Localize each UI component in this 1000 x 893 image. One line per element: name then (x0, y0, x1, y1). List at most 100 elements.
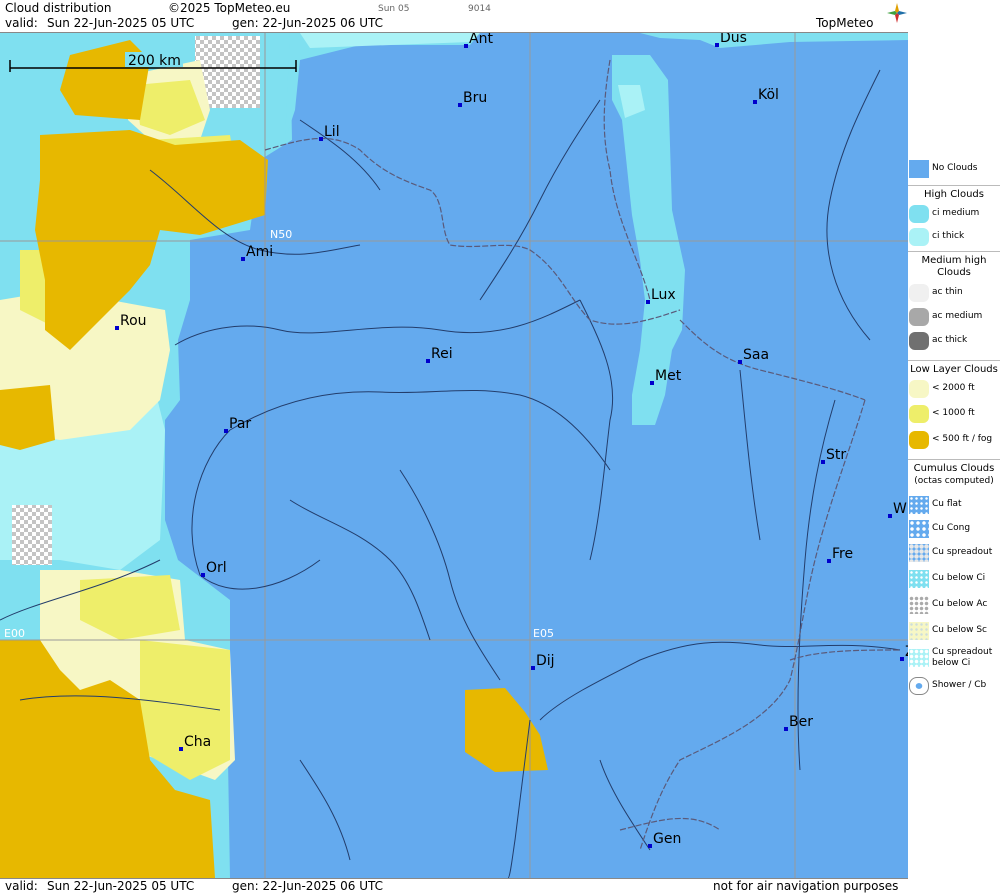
legend-panel: No Clouds High Clouds ci medium ci thick… (908, 33, 1000, 893)
grid-label-e05: E05 (533, 627, 554, 640)
city-label-met: Met (655, 368, 682, 384)
ac-thin-label: ac thin (932, 287, 963, 297)
legend-ac-thin: ac thin (908, 282, 1000, 304)
gen-date: gen: 22-Jun-2025 06 UTC (232, 16, 384, 30)
grid-label-n50: N50 (270, 228, 292, 241)
legend-low-2000: < 2000 ft (908, 378, 1000, 400)
ci-medium-label: ci medium (932, 208, 980, 218)
city-marker-par (224, 429, 228, 433)
city-label-ami: Ami (246, 244, 273, 260)
city-marker-bru (458, 103, 462, 107)
scale-label: 200 km (128, 53, 181, 69)
footer-valid-date: Sun 22-Jun-2025 05 UTC (47, 879, 195, 893)
run-label: Sun 05 (378, 4, 410, 14)
city-marker-dij (531, 666, 535, 670)
cu-cong-swatch (909, 520, 929, 538)
shower-swatch (909, 677, 929, 695)
low-1000-label: < 1000 ft (932, 408, 975, 418)
cu-below-ci-swatch (909, 570, 929, 588)
no-clouds-swatch (909, 160, 929, 178)
compass-logo-icon (887, 3, 907, 23)
city-marker-rou (115, 326, 119, 330)
legend-ci-thick: ci thick (908, 226, 1000, 248)
no-clouds-label: No Clouds (932, 163, 978, 173)
map-canvas: N50 E00 E05 200 km Ant Düs Bru Köl Lil A… (0, 33, 908, 878)
ci-thick-swatch (909, 228, 929, 246)
city-marker-ant (464, 44, 468, 48)
map-svg: N50 E00 E05 200 km Ant DüsBru KölLilAmiL… (0, 33, 908, 878)
cloud-map-app: Cloud distribution ©2025 TopMeteo.eu Sun… (0, 0, 1000, 893)
city-label-par: Par (229, 416, 251, 432)
legend-low-500: < 500 ft / fog (908, 429, 1000, 451)
city-label-köl: Köl (758, 87, 779, 103)
ac-thick-swatch (909, 332, 929, 350)
ac-medium-label: ac medium (932, 311, 983, 321)
city-marker-ami (241, 257, 245, 261)
legend-cu-below-sc: Cu below Sc (908, 620, 1000, 642)
city-label-saa: Saa (743, 347, 769, 363)
chart-title: Cloud distribution (5, 1, 112, 15)
cu-cong-label: Cu Cong (932, 523, 971, 533)
low-500-label: < 500 ft / fog (932, 434, 993, 444)
fog-area-3 (0, 385, 55, 450)
logo-text: TopMeteo (816, 16, 874, 30)
legend-cu-cong: Cu Cong (908, 518, 1000, 540)
legend-cu-spread: Cu spreadout (908, 542, 1000, 564)
header-bar: Cloud distribution ©2025 TopMeteo.eu Sun… (0, 0, 908, 33)
city-label-dij: Dij (536, 653, 555, 669)
legend-ci-medium: ci medium (908, 203, 1000, 225)
cu-below-ac-label: Cu below Ac (932, 599, 988, 609)
legend-high-heading: High Clouds (908, 185, 1000, 201)
legend-cu-heading: Cumulus Clouds (octas computed) (908, 459, 1000, 487)
legend-no-clouds: No Clouds (908, 158, 1000, 180)
cu-spread-ci-swatch (909, 649, 929, 667)
cu-below-ac-swatch (909, 596, 929, 614)
legend-ac-thick: ac thick (908, 330, 1000, 352)
valid-date: Sun 22-Jun-2025 05 UTC (47, 16, 195, 30)
city-marker-düs (715, 43, 719, 47)
city-label-w: W (893, 501, 907, 517)
cu-heading-title: Cumulus Clouds (913, 463, 995, 474)
ac-medium-swatch (909, 308, 929, 326)
legend-low-heading: Low Layer Clouds (908, 360, 1000, 376)
city-label-lux: Lux (651, 287, 676, 303)
city-label-gen: Gen (653, 831, 681, 847)
legend-cu-spread-ci: Cu spreadout below Ci (908, 645, 1000, 675)
code-label: 9014 (468, 4, 491, 14)
city-marker-lil (319, 137, 323, 141)
city-label-lil: Lil (324, 124, 340, 140)
city-marker-str (821, 460, 825, 464)
low-1000-swatch (909, 405, 929, 423)
cu-spread-ci-label: Cu spreadout below Ci (932, 647, 993, 668)
city-label-ant: Ant (469, 33, 493, 47)
city-label-bru: Bru (463, 90, 487, 106)
copyright: ©2025 TopMeteo.eu (168, 1, 291, 15)
cu-flat-swatch (909, 496, 929, 514)
legend-ac-medium: ac medium (908, 306, 1000, 328)
city-marker-fre (827, 559, 831, 563)
city-label-fre: Fre (832, 546, 853, 562)
city-label-ber: Ber (789, 714, 813, 730)
city-marker-z (900, 657, 904, 661)
city-marker-gen (648, 844, 652, 848)
footer-disclaimer: not for air navigation purposes (713, 879, 899, 893)
legend-cu-flat: Cu flat (908, 494, 1000, 516)
ci-thick-label: ci thick (932, 231, 965, 241)
cu-below-sc-swatch (909, 622, 929, 640)
cu-spread-label: Cu spreadout (932, 547, 993, 557)
cu-below-sc-label: Cu below Sc (932, 625, 987, 635)
valid-label: valid: (5, 16, 38, 30)
footer-valid-label: valid: (5, 879, 38, 893)
cu-spread-swatch (909, 544, 929, 562)
city-label-rei: Rei (431, 346, 453, 362)
city-marker-köl (753, 100, 757, 104)
footer-bar: valid: Sun 22-Jun-2025 05 UTC gen: 22-Ju… (0, 878, 908, 893)
city-label-rou: Rou (120, 313, 147, 329)
legend-medium-heading: Medium high Clouds (908, 251, 1000, 279)
footer-gen-date: gen: 22-Jun-2025 06 UTC (232, 879, 384, 893)
ac-thick-label: ac thick (932, 335, 968, 345)
city-label-cha: Cha (184, 734, 211, 750)
ac-thin-swatch (909, 284, 929, 302)
city-label-str: Str (826, 447, 846, 463)
legend-cu-below-ac: Cu below Ac (908, 594, 1000, 616)
